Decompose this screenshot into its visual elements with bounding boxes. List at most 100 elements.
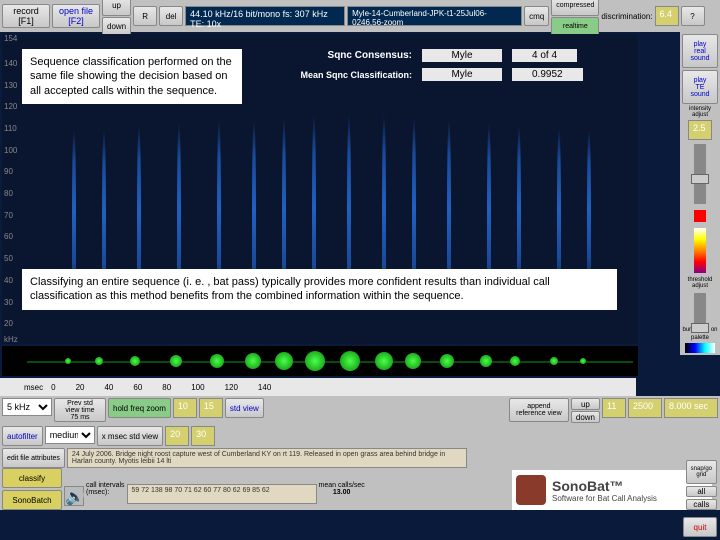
edit-attr-button[interactable]: edit file attributes [2,448,65,468]
pulse [510,356,520,366]
discrim-value: 6.4 [655,6,679,26]
help-button[interactable]: ? [681,6,705,26]
classification-panel: Sqnc Consensus: Myle 4 of 4 Mean Sqnc Cl… [262,49,632,81]
calls-button[interactable]: calls [686,499,717,510]
xax-tick: 60 [133,383,142,392]
xax-tick: 140 [258,383,271,392]
intensity-slider[interactable] [694,144,706,204]
std-view-button[interactable]: std view [225,398,264,418]
append-ref-button[interactable]: append reference view [509,398,569,422]
annotation-1: Sequence classification performed on the… [22,49,242,104]
sonobatch-button[interactable]: SonoBatch [2,490,62,510]
r-button[interactable]: R [133,6,157,26]
pulse [305,351,325,371]
msec-std-button[interactable]: x msec std view [97,426,163,446]
annotation-2: Classifying an entire sequence (i. e. , … [22,269,617,310]
x-axis: msec 0 20 40 60 80 100 120 140 [0,378,636,396]
palette-label: palette [682,335,718,341]
pulse [130,356,140,366]
play-real-button[interactable]: play real sound [682,34,718,68]
xax-tick: 80 [162,383,171,392]
val-11: 11 [602,398,626,418]
red-marker [694,210,706,222]
sonobat-icon [516,475,546,505]
yax-tick: 40 [4,276,13,285]
open-file-button[interactable]: open file [F2] [52,4,100,28]
threshold-slider[interactable] [694,293,706,323]
file-attributes: 24 July 2006. Bridge night roost capture… [67,448,467,468]
xax-tick: 0 [51,383,55,392]
pulse [550,357,558,365]
pulse [245,353,261,369]
val-2500: 2500 [628,398,662,418]
xax-tick: 40 [104,383,113,392]
quit-button[interactable]: quit [683,517,717,537]
yax-tick: 140 [4,59,17,68]
val-8sec: 8.000 sec [664,398,718,418]
val-30[interactable]: 30 [191,426,215,446]
pulse [480,355,492,367]
sonobat-logo-panel: SonoBat™ Software for Bat Call Analysis [512,470,712,510]
intensity-value: 2.5 [688,120,712,140]
pulse [65,358,71,364]
cmq-button[interactable]: cmq [524,6,549,26]
down2-button[interactable]: down [571,411,600,423]
bottom-toolbar-2: edit file attributes 24 July 2006. Bridg… [0,446,720,466]
mean-class-label: Mean Sqnc Classification: [262,70,412,80]
yax-tick: 90 [4,167,13,176]
grid-button[interactable]: snap/go grid [686,460,717,484]
bottom-toolbar-1: 5 kHz Prev std view time 75 ms hold freq… [0,396,720,426]
sonobat-tagline: Software for Bat Call Analysis [552,494,657,503]
all-button[interactable]: all [686,486,717,497]
up2-button[interactable]: up [571,398,600,410]
record-button[interactable]: record [F1] [2,4,50,28]
threshold-label: threshold adjust [682,277,718,289]
pulse [275,352,293,370]
spectrogram[interactable]: 154 140 130 120 110 100 90 80 70 60 50 4… [2,34,638,344]
xax-tick: 120 [225,383,238,392]
filename: Myle-14-Cumberland-JPK-t1-25Jul06-0246,5… [347,6,522,26]
pulse [405,353,421,369]
yax-tick: 120 [4,102,17,111]
khz-select[interactable]: 5 kHz [2,398,52,416]
medium-select[interactable]: medium [45,426,95,444]
yax-tick: 30 [4,298,13,307]
xax-tick: 20 [76,383,85,392]
amplitude-view[interactable] [2,346,638,376]
palette-bar[interactable] [685,343,715,353]
xax-unit: msec [24,383,43,392]
pulse [440,354,454,368]
yax-tick: 100 [4,146,17,155]
sqnc-consensus-count: 4 of 4 [512,49,577,62]
up-button[interactable]: up [102,0,131,16]
play-te-button[interactable]: play TE sound [682,70,718,104]
pulse [375,352,393,370]
del-button[interactable]: del [159,6,183,26]
mean-calls-label: mean calls/sec [319,482,365,489]
speaker-icon[interactable]: 🔊 [64,486,84,506]
sonobat-name: SonoBat™ [552,478,657,494]
prev-view-button[interactable]: Prev std view time 75 ms [54,398,106,422]
hold-freq-button[interactable]: hold freq zoom [108,398,171,418]
val-15[interactable]: 15 [199,398,223,418]
val-20[interactable]: 20 [165,426,189,446]
top-toolbar: record [F1] open file [F2] up down R del… [0,0,720,32]
compressed-button[interactable]: compressed [551,0,599,16]
yax-tick: 154 [4,34,17,43]
pulse [210,354,224,368]
yax-tick: 110 [4,124,17,133]
threshold-colorbar [694,228,706,273]
audio-info: 44.10 kHz/16 bit/mono fs: 307 kHz TE: 10… [185,6,345,26]
y-axis: 154 140 130 120 110 100 90 80 70 60 50 4… [2,34,24,344]
bottom-toolbar-1b: autofilter medium x msec std view 20 30 [0,424,720,446]
call-intervals-value: 59 72 138 98 70 71 62 60 77 80 62 69 85 … [127,484,317,504]
sqnc-consensus-label: Sqnc Consensus: [262,50,412,61]
yax-tick: 70 [4,211,13,220]
val-10[interactable]: 10 [173,398,197,418]
classify-button[interactable]: classify [2,468,62,488]
pulse [170,355,182,367]
autofilter-button[interactable]: autofilter [2,426,43,446]
yax-tick: kHz [4,335,18,344]
yax-tick: 130 [4,81,17,90]
intensity-label: intensity adjust [682,106,718,118]
